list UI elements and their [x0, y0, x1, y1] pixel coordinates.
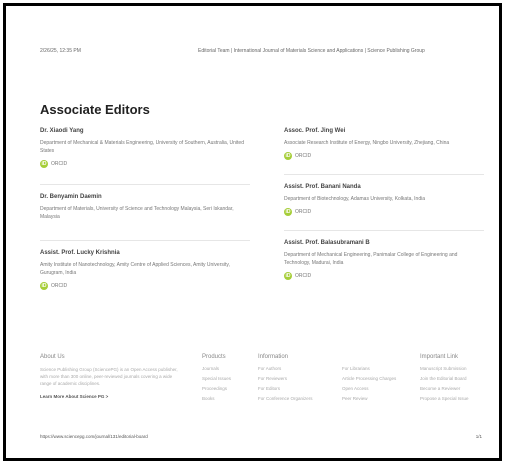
- divider: [284, 230, 484, 231]
- editor-affiliation: Associate Research Institute of Energy, …: [284, 140, 450, 146]
- learn-more-link[interactable]: Learn More About Science PG >: [40, 394, 108, 399]
- footer-link[interactable]: Propose a Special Issue: [420, 396, 469, 401]
- page-title: Associate Editors: [40, 102, 150, 117]
- footer-about-heading: About Us: [40, 354, 65, 360]
- page-frame: 2/26/25, 12:35 PM Editorial Team | Inter…: [3, 3, 502, 461]
- editor-card: Assist. Prof. Balasubramani B Department…: [284, 240, 484, 280]
- footer-link[interactable]: Books: [202, 396, 215, 401]
- site-footer: About Us Science Publishing Group (Scien…: [40, 354, 492, 434]
- orcid-link[interactable]: iD ORCID: [284, 152, 484, 160]
- footer-products-heading: Products: [202, 354, 226, 360]
- print-url: https://www.sciencepg.com/journal/131/ed…: [40, 434, 148, 439]
- orcid-label: ORCID: [295, 153, 312, 159]
- footer-link[interactable]: Journals: [202, 366, 219, 371]
- footer-about-text: Science Publishing Group (SciencePG) is …: [40, 367, 178, 386]
- footer-information-heading: Information: [258, 354, 289, 360]
- editor-card: Assist. Prof. Lucky Krishnia Amity Insti…: [40, 250, 250, 290]
- orcid-label: ORCID: [51, 161, 68, 167]
- editor-name[interactable]: Assist. Prof. Banani Nanda: [284, 184, 484, 190]
- orcid-link[interactable]: iD ORCID: [40, 282, 250, 290]
- editor-name[interactable]: Assist. Prof. Balasubramani B: [284, 240, 484, 246]
- footer-link[interactable]: Article Processing Charges: [342, 376, 396, 381]
- footer-link[interactable]: Special Issues: [202, 376, 231, 381]
- footer-link[interactable]: Open Access: [342, 386, 369, 391]
- orcid-icon: iD: [284, 152, 292, 160]
- divider: [40, 184, 250, 185]
- divider: [284, 174, 484, 175]
- orcid-label: ORCID: [51, 283, 68, 289]
- footer-link[interactable]: Peer Review: [342, 396, 368, 401]
- editor-card: Dr. Xiaodi Yang Department of Mechanical…: [40, 128, 250, 168]
- footer-link[interactable]: For Editors: [258, 386, 280, 391]
- editor-affiliation: Department of Mechanical & Materials Eng…: [40, 140, 244, 154]
- footer-link[interactable]: For Reviewers: [258, 376, 287, 381]
- editor-name[interactable]: Dr. Xiaodi Yang: [40, 128, 250, 134]
- print-datetime: 2/26/25, 12:35 PM: [40, 48, 81, 54]
- orcid-label: ORCID: [295, 273, 312, 279]
- footer-link[interactable]: For Authors: [258, 366, 281, 371]
- editor-affiliation: Department of Biotechnology, Adamas Univ…: [284, 196, 425, 202]
- document-page: 2/26/25, 12:35 PM Editorial Team | Inter…: [26, 36, 486, 456]
- editor-name[interactable]: Dr. Benyamin Daemin: [40, 194, 250, 200]
- orcid-icon: iD: [40, 282, 48, 290]
- editor-card: Dr. Benyamin Daemin Department of Materi…: [40, 194, 250, 221]
- orcid-icon: iD: [284, 272, 292, 280]
- orcid-link[interactable]: iD ORCID: [284, 272, 484, 280]
- footer-link[interactable]: For Librarians: [342, 366, 370, 371]
- editor-card: Assoc. Prof. Jing Wei Associate Research…: [284, 128, 484, 160]
- orcid-link[interactable]: iD ORCID: [284, 208, 484, 216]
- editor-affiliation: Department of Mechanical Engineering, Pa…: [284, 252, 458, 266]
- orcid-link[interactable]: iD ORCID: [40, 160, 250, 168]
- editor-affiliation: Amity Institute of Nanotechnology, Amity…: [40, 262, 230, 276]
- footer-link[interactable]: For Conference Organizers: [258, 396, 313, 401]
- footer-link[interactable]: Become a Reviewer: [420, 386, 460, 391]
- editor-card: Assist. Prof. Banani Nanda Department of…: [284, 184, 484, 216]
- editor-name[interactable]: Assist. Prof. Lucky Krishnia: [40, 250, 250, 256]
- footer-link[interactable]: Manuscript Submission: [420, 366, 467, 371]
- print-source-title: Editorial Team | International Journal o…: [198, 48, 425, 54]
- editor-affiliation: Department of Materials, University of S…: [40, 206, 234, 220]
- footer-link[interactable]: Join the Editorial Board: [420, 376, 467, 381]
- orcid-icon: iD: [40, 160, 48, 168]
- print-page-number: 1/1: [475, 434, 482, 439]
- editor-name[interactable]: Assoc. Prof. Jing Wei: [284, 128, 484, 134]
- divider: [40, 240, 250, 241]
- footer-link[interactable]: Proceedings: [202, 386, 227, 391]
- orcid-label: ORCID: [295, 209, 312, 215]
- orcid-icon: iD: [284, 208, 292, 216]
- footer-links-heading: Important Link: [420, 354, 459, 360]
